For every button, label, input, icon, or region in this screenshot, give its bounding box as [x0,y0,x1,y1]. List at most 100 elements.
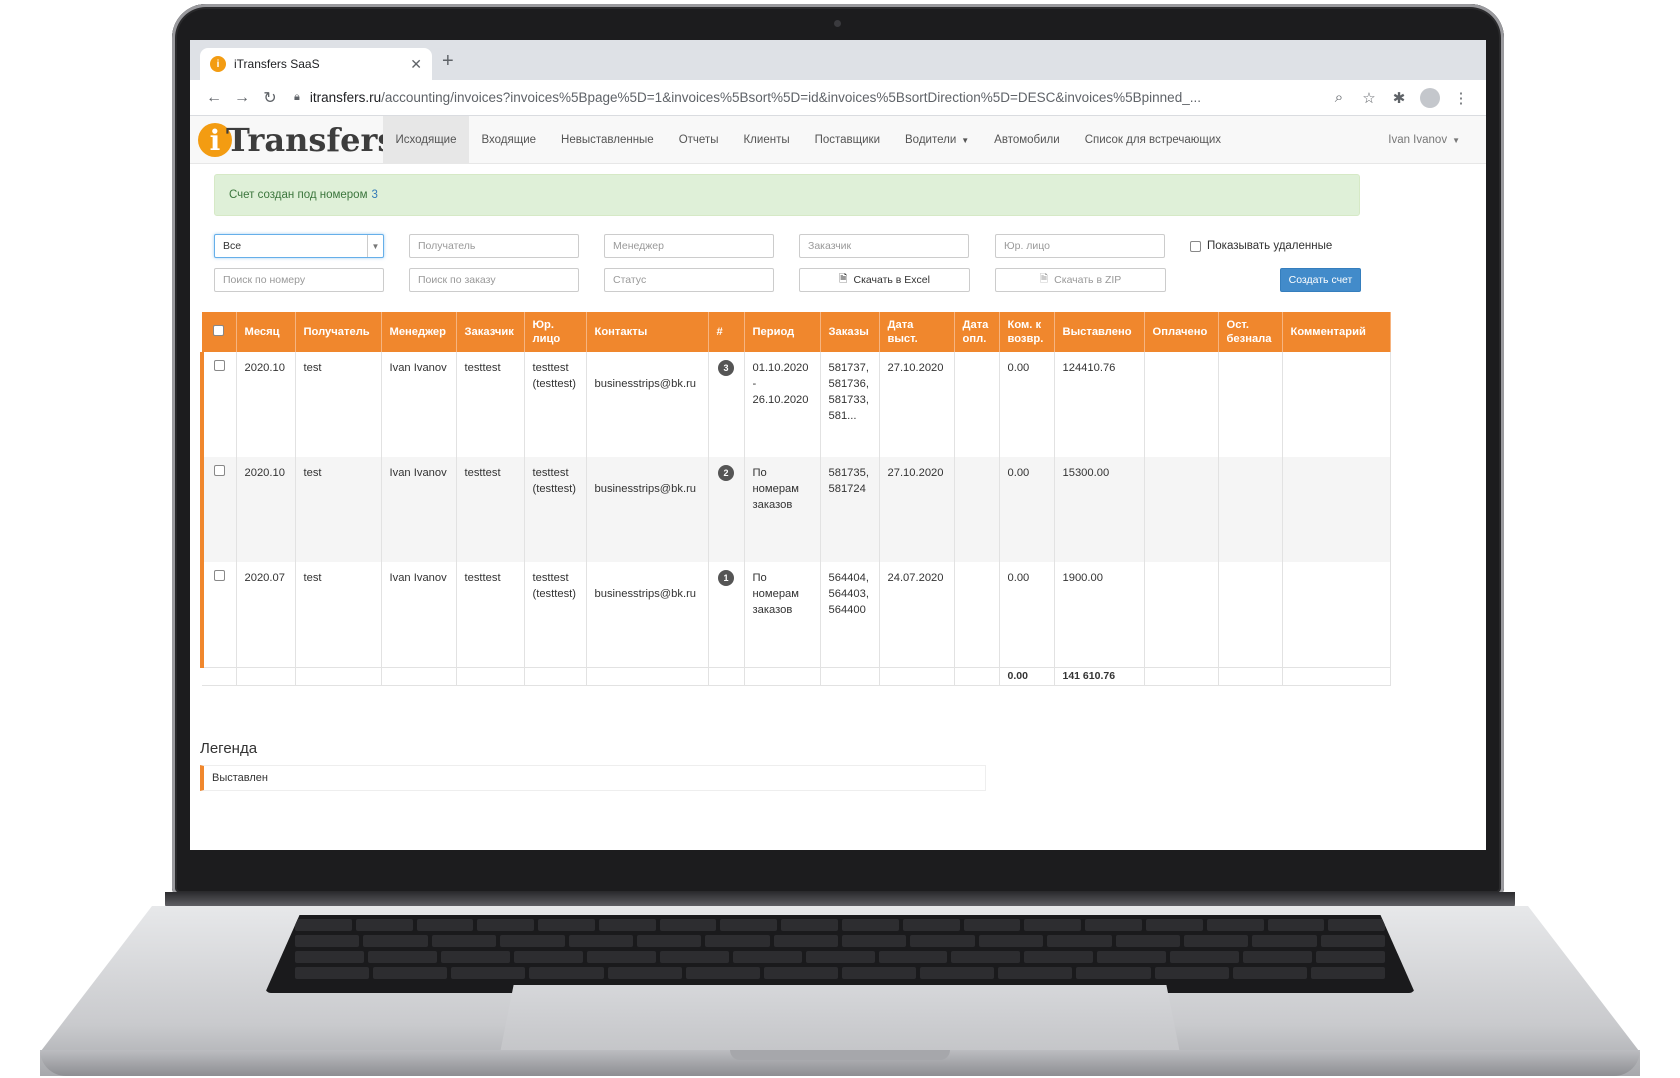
cell-contacts: businesstrips@bk.ru [586,457,709,562]
show-deleted-checkbox[interactable] [1190,240,1201,252]
invoices-table: Месяц Получатель Менеджер Заказчик Юр. л… [200,312,1391,686]
cell-recipient: test [295,352,382,457]
manager-filter[interactable]: Менеджер [604,234,774,258]
header-refund-fee[interactable]: Ком. к возвр. [999,312,1055,352]
nav-item-drivers-label: Водители [905,134,957,146]
show-deleted-toggle[interactable]: Показывать удаленные [1190,240,1332,252]
total-empty [202,666,237,686]
total-empty [1282,666,1391,686]
back-icon[interactable]: ← [200,89,228,107]
cell-comment [1282,457,1391,562]
header-pay-date[interactable]: Дата опл. [954,312,1000,352]
cell-paid [1144,457,1219,562]
row-select-cell [200,562,237,667]
header-contacts[interactable]: Контакты [586,312,709,352]
status-filter-input[interactable]: Статус [604,268,774,292]
logo[interactable]: i Transfers [198,120,395,160]
row-checkbox[interactable] [214,570,226,581]
total-empty [879,666,955,686]
header-legal-entity[interactable]: Юр. лицо [524,312,587,352]
header-customer[interactable]: Заказчик [456,312,525,352]
select-all-cell [202,312,237,352]
close-icon[interactable]: ✕ [410,56,422,73]
contact-email[interactable]: businesstrips@bk.ru [595,483,697,495]
cell-cashless-balance [1218,457,1283,562]
row-checkbox[interactable] [214,465,226,476]
user-menu[interactable]: Ivan Ivanov ▼ [1388,116,1460,164]
nav-item-suppliers[interactable]: Поставщики [802,116,892,164]
table-header-row: Месяц Получатель Менеджер Заказчик Юр. л… [202,312,1391,352]
extensions-icon[interactable]: ✱ [1384,89,1414,107]
header-orders[interactable]: Заказы [820,312,880,352]
header-number[interactable]: # [708,312,745,352]
reload-icon[interactable]: ↻ [256,88,284,108]
invoice-number-badge[interactable]: 2 [718,465,734,481]
nav-item-incoming[interactable]: Входящие [469,116,549,164]
show-deleted-label: Показывать удаленные [1207,240,1333,252]
star-icon[interactable]: ☆ [1354,89,1384,107]
cell-issue-date: 24.07.2020 [879,562,955,667]
forward-icon[interactable]: → [228,89,256,107]
laptop-notch [730,1050,950,1060]
header-period[interactable]: Период [744,312,821,352]
row-checkbox[interactable] [214,360,226,371]
nav-item-cars[interactable]: Автомобили [982,116,1073,164]
cell-pay-date [954,562,1000,667]
menu-icon[interactable]: ⋮ [1446,89,1476,107]
table-row[interactable]: 2020.07 test Ivan Ivanov testtest testte… [200,562,1391,667]
row-select-cell [200,352,237,457]
nav-menu: Исходящие Входящие Невыставленные Отчеты… [383,116,1234,164]
keyboard [265,915,1415,993]
invoice-number-badge[interactable]: 1 [718,570,734,586]
cell-refund-fee: 0.00 [999,562,1055,667]
cell-month: 2020.10 [236,457,296,562]
tab-title: iTransfers SaaS [234,57,320,71]
header-comment[interactable]: Комментарий [1282,312,1391,352]
alert-invoice-number[interactable]: 3 [371,189,377,201]
header-manager[interactable]: Менеджер [381,312,457,352]
nav-item-outgoing[interactable]: Исходящие [383,116,469,164]
table-row[interactable]: 2020.10 test Ivan Ivanov testtest testte… [200,352,1391,457]
browser-toolbar: ← → ↻ 🔒︎ itransfers.ru/accounting/invoic… [190,80,1486,116]
nav-item-drivers[interactable]: Водители ▼ [893,116,982,164]
nav-item-greeters[interactable]: Список для встречающих [1072,116,1233,164]
legal-entity-filter[interactable]: Юр. лицо [995,234,1165,258]
app-navbar: i Transfers Исходящие Входящие Невыставле… [190,116,1486,164]
profile-avatar[interactable] [1420,87,1440,108]
header-invoiced[interactable]: Выставлено [1054,312,1145,352]
contact-email[interactable]: businesstrips@bk.ru [595,588,697,600]
header-recipient[interactable]: Получатель [295,312,382,352]
header-issue-date[interactable]: Дата выст. [879,312,955,352]
contact-email[interactable]: businesstrips@bk.ru [595,378,697,390]
recipient-filter[interactable]: Получатель [409,234,579,258]
cell-customer: testtest [456,457,525,562]
status-filter-select[interactable]: Все ▼ [214,234,384,258]
nav-item-clients[interactable]: Клиенты [731,116,802,164]
zoom-icon[interactable]: ⌕ [1324,89,1354,106]
logo-text: Transfers [226,121,396,159]
browser-tab[interactable]: i iTransfers SaaS ✕ [200,48,432,80]
search-order-input[interactable]: Поиск по заказу [409,268,579,292]
invoice-number-badge[interactable]: 3 [718,360,734,376]
url-path: /accounting/invoices?invoices%5Bpage%5D=… [381,90,1201,105]
header-cashless-balance[interactable]: Ост. безнала [1218,312,1283,352]
table-row[interactable]: 2020.10 test Ivan Ivanov testtest testte… [200,457,1391,562]
download-excel-button[interactable]: 🗎︎ Скачать в Excel [799,268,970,292]
select-all-checkbox[interactable] [213,324,225,336]
create-invoice-button[interactable]: Создать счет [1280,268,1361,292]
total-empty [708,666,745,686]
nav-item-unissued[interactable]: Невыставленные [549,116,667,164]
favicon-icon: i [210,56,226,72]
search-number-input[interactable]: Поиск по номеру [214,268,384,292]
customer-filter[interactable]: Заказчик [799,234,969,258]
cell-paid [1144,352,1219,457]
cell-refund-fee: 0.00 [999,352,1055,457]
header-paid[interactable]: Оплачено [1144,312,1219,352]
new-tab-button[interactable]: + [442,50,454,73]
header-month[interactable]: Месяц [236,312,296,352]
nav-item-reports[interactable]: Отчеты [666,116,731,164]
address-bar[interactable]: 🔒︎ itransfers.ru/accounting/invoices?inv… [294,84,1314,112]
download-zip-button[interactable]: 🗎︎ Скачать в ZIP [995,268,1166,292]
total-empty [586,666,709,686]
cell-manager: Ivan Ivanov [381,457,457,562]
